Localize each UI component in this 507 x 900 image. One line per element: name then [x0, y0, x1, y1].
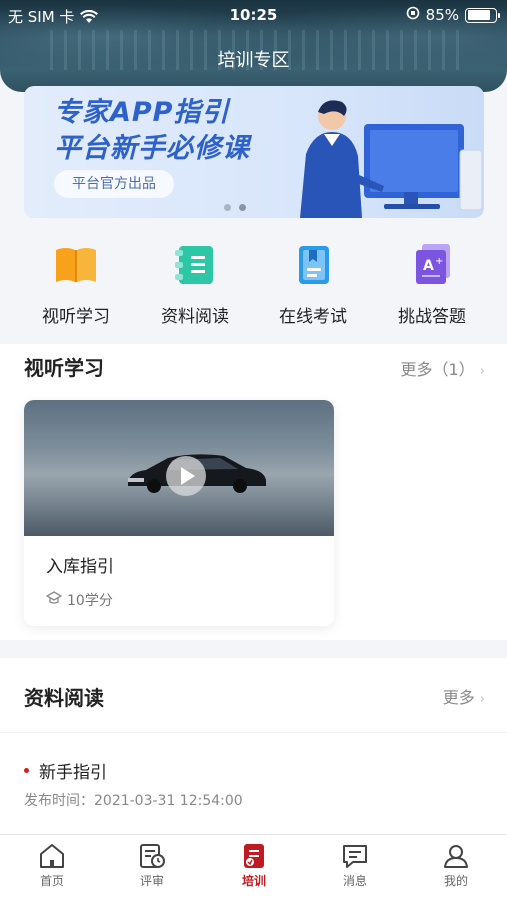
battery-percent: 85%	[425, 6, 459, 24]
book-icon	[52, 240, 100, 288]
tab-training[interactable]: 培训	[214, 843, 294, 889]
course-card[interactable]: 入库指引 10学分	[24, 400, 334, 626]
battery-icon	[465, 7, 500, 23]
divider	[0, 732, 507, 733]
play-icon[interactable]	[166, 456, 206, 496]
quick-menu: 视听学习 资料阅读 在线考试 A + 挑战答题	[0, 236, 507, 332]
banner-badge: 平台官方出品	[54, 170, 174, 198]
status-right-group: 85%	[406, 6, 500, 24]
home-icon	[40, 844, 64, 868]
tab-bar: 首页 评审 培训 消息 我的	[0, 834, 507, 900]
tab-messages[interactable]: 消息	[315, 843, 395, 889]
svg-text:+: +	[435, 256, 443, 267]
chevron-right-icon: ›	[479, 364, 485, 379]
status-bar: 无 SIM 卡 10:25 85%	[0, 0, 507, 30]
credits-label: 10学分	[67, 593, 113, 609]
section-title: 视听学习	[24, 356, 104, 380]
tab-label: 培训	[241, 874, 266, 888]
reading-section: 资料阅读 更多 › 新手指引 发布时间：2021-03-31 12:54:00	[0, 658, 507, 834]
av-more-link[interactable]: 更多（1） ›	[401, 356, 485, 380]
carousel-dot[interactable]	[224, 204, 231, 211]
bullet-dot	[24, 768, 29, 773]
training-icon	[244, 844, 264, 868]
tab-review[interactable]: 评审	[112, 843, 192, 889]
banner-subtitle: 平台新手必修课	[54, 133, 250, 164]
reading-more-link[interactable]: 更多 ›	[443, 684, 485, 708]
svg-text:A: A	[423, 258, 434, 274]
menu-item-av-learning[interactable]: 视听学习	[16, 236, 136, 327]
tab-label: 首页	[39, 874, 64, 888]
page-title: 培训专区	[217, 50, 290, 71]
menu-item-online-exam[interactable]: 在线考试	[253, 236, 373, 327]
menu-label: 视听学习	[42, 307, 110, 327]
article-title: 新手指引	[39, 763, 107, 783]
message-icon	[343, 845, 367, 868]
tab-label: 我的	[443, 874, 468, 888]
menu-item-challenge-quiz[interactable]: A + 挑战答题	[372, 236, 492, 327]
section-title: 资料阅读	[24, 686, 104, 710]
banner-title: 专家APP指引	[54, 97, 230, 128]
carousel-dot-active[interactable]	[239, 204, 246, 211]
battery-fill	[467, 10, 491, 20]
tab-label: 消息	[342, 874, 367, 888]
more-label: 更多	[442, 688, 475, 707]
tab-profile[interactable]: 我的	[416, 843, 496, 889]
menu-item-reading[interactable]: 资料阅读	[135, 236, 255, 327]
banner-illustration	[300, 100, 483, 218]
more-label: 更多（1）	[400, 360, 475, 379]
graduation-cap-icon	[45, 591, 63, 609]
tab-label: 评审	[139, 874, 164, 888]
menu-label: 挑战答题	[398, 307, 466, 327]
course-credits: 10学分	[45, 590, 113, 610]
tab-home[interactable]: 首页	[12, 843, 92, 889]
profile-icon	[444, 845, 468, 868]
article-item[interactable]: 新手指引	[24, 758, 107, 783]
carousel-indicator	[224, 204, 246, 211]
review-icon	[140, 844, 165, 868]
quiz-icon: A +	[408, 240, 456, 288]
banner-carousel[interactable]: 专家APP指引 平台新手必修课 平台官方出品	[24, 86, 484, 218]
course-title: 入库指引	[46, 557, 114, 577]
menu-label: 资料阅读	[161, 307, 229, 327]
course-thumbnail	[24, 400, 334, 536]
document-list-icon	[171, 240, 219, 288]
orientation-lock-icon	[406, 6, 420, 24]
chevron-right-icon: ›	[479, 692, 485, 707]
article-publish-time: 发布时间：2021-03-31 12:54:00	[24, 793, 243, 809]
exam-icon	[289, 240, 337, 288]
av-learning-section: 视听学习 更多（1） › 入库指引 10学分	[0, 344, 507, 640]
menu-label: 在线考试	[279, 307, 347, 327]
